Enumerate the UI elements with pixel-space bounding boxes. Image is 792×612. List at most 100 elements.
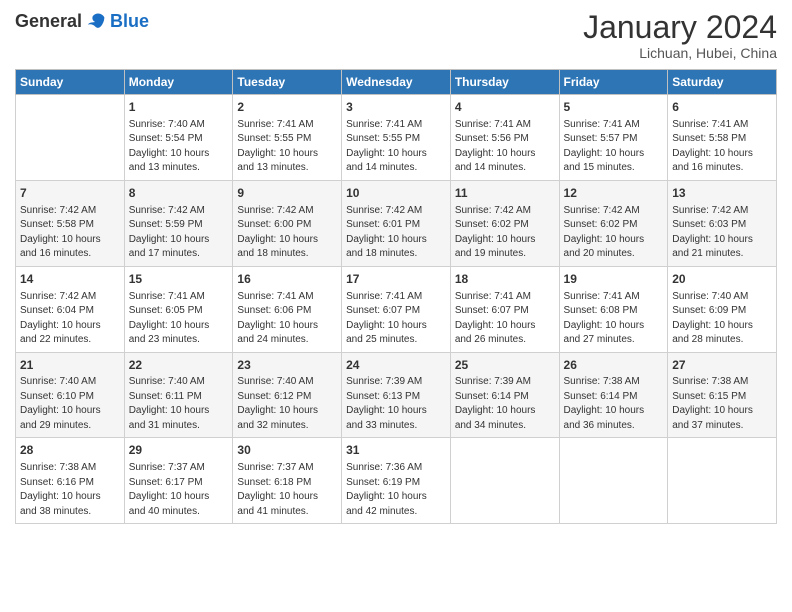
header: General Blue January 2024 Lichuan, Hubei… [15, 10, 777, 61]
cell-content: Sunrise: 7:41 AMSunset: 5:58 PMDaylight:… [672, 118, 772, 176]
cell-content: Sunrise: 7:42 AMSunset: 6:01 PMDaylight:… [346, 204, 446, 262]
daylight-text: Daylight: 10 hours and 18 minutes. [237, 233, 337, 262]
daylight-text: Daylight: 10 hours and 16 minutes. [672, 147, 772, 176]
daylight-text: Daylight: 10 hours and 13 minutes. [129, 147, 229, 176]
sunset-text: Sunset: 6:08 PM [564, 304, 664, 319]
day-cell: 17Sunrise: 7:41 AMSunset: 6:07 PMDayligh… [342, 266, 451, 352]
sunrise-text: Sunrise: 7:40 AM [129, 375, 229, 390]
cell-content: Sunrise: 7:42 AMSunset: 5:59 PMDaylight:… [129, 204, 229, 262]
cell-content: Sunrise: 7:39 AMSunset: 6:13 PMDaylight:… [346, 375, 446, 433]
day-cell: 15Sunrise: 7:41 AMSunset: 6:05 PMDayligh… [124, 266, 233, 352]
subtitle: Lichuan, Hubei, China [583, 45, 777, 61]
sunrise-text: Sunrise: 7:42 AM [455, 204, 555, 219]
sunset-text: Sunset: 6:10 PM [20, 390, 120, 405]
day-number: 6 [672, 99, 772, 116]
daylight-text: Daylight: 10 hours and 15 minutes. [564, 147, 664, 176]
daylight-text: Daylight: 10 hours and 40 minutes. [129, 490, 229, 519]
day-cell: 4Sunrise: 7:41 AMSunset: 5:56 PMDaylight… [450, 95, 559, 181]
daylight-text: Daylight: 10 hours and 26 minutes. [455, 319, 555, 348]
sunset-text: Sunset: 6:14 PM [564, 390, 664, 405]
sunset-text: Sunset: 6:04 PM [20, 304, 120, 319]
cell-content: Sunrise: 7:40 AMSunset: 6:12 PMDaylight:… [237, 375, 337, 433]
day-number: 11 [455, 185, 555, 202]
sunset-text: Sunset: 6:02 PM [564, 218, 664, 233]
cell-content: Sunrise: 7:42 AMSunset: 6:03 PMDaylight:… [672, 204, 772, 262]
daylight-text: Daylight: 10 hours and 25 minutes. [346, 319, 446, 348]
daylight-text: Daylight: 10 hours and 13 minutes. [237, 147, 337, 176]
day-number: 10 [346, 185, 446, 202]
day-number: 14 [20, 271, 120, 288]
sunrise-text: Sunrise: 7:40 AM [672, 290, 772, 305]
sunset-text: Sunset: 6:00 PM [237, 218, 337, 233]
day-cell: 13Sunrise: 7:42 AMSunset: 6:03 PMDayligh… [668, 180, 777, 266]
sunset-text: Sunset: 5:54 PM [129, 132, 229, 147]
day-number: 24 [346, 357, 446, 374]
cell-content: Sunrise: 7:38 AMSunset: 6:16 PMDaylight:… [20, 461, 120, 519]
day-number: 23 [237, 357, 337, 374]
day-cell: 26Sunrise: 7:38 AMSunset: 6:14 PMDayligh… [559, 352, 668, 438]
sunrise-text: Sunrise: 7:40 AM [129, 118, 229, 133]
day-number: 15 [129, 271, 229, 288]
daylight-text: Daylight: 10 hours and 14 minutes. [455, 147, 555, 176]
day-cell: 3Sunrise: 7:41 AMSunset: 5:55 PMDaylight… [342, 95, 451, 181]
sunset-text: Sunset: 6:09 PM [672, 304, 772, 319]
day-number: 8 [129, 185, 229, 202]
cell-content: Sunrise: 7:41 AMSunset: 6:06 PMDaylight:… [237, 290, 337, 348]
sunrise-text: Sunrise: 7:38 AM [20, 461, 120, 476]
day-number: 31 [346, 442, 446, 459]
week-row-5: 28 Sunrise: 7:38 AMSunset: 6:16 PMDayligh… [16, 438, 777, 524]
day-number: 9 [237, 185, 337, 202]
day-number: 27 [672, 357, 772, 374]
cell-content: Sunrise: 7:40 AMSunset: 6:10 PMDaylight:… [20, 375, 120, 433]
day-number: 18 [455, 271, 555, 288]
daylight-text: Daylight: 10 hours and 20 minutes. [564, 233, 664, 262]
daylight-text: Daylight: 10 hours and 18 minutes. [346, 233, 446, 262]
sunset-text: Sunset: 5:55 PM [346, 132, 446, 147]
daylight-text: Daylight: 10 hours and 28 minutes. [672, 319, 772, 348]
day-header-wednesday: Wednesday [342, 70, 451, 95]
day-number: 1 [129, 99, 229, 116]
cell-content: Sunrise: 7:40 AMSunset: 6:09 PMDaylight:… [672, 290, 772, 348]
day-number: 19 [564, 271, 664, 288]
daylight-text: Daylight: 10 hours and 38 minutes. [20, 490, 120, 519]
day-cell: 2Sunrise: 7:41 AMSunset: 5:55 PMDaylight… [233, 95, 342, 181]
logo-blue: Blue [110, 11, 149, 32]
day-cell: 7Sunrise: 7:42 AMSunset: 5:58 PMDaylight… [16, 180, 125, 266]
day-number: 2 [237, 99, 337, 116]
day-number: 28 [20, 442, 120, 459]
sunrise-text: Sunrise: 7:41 AM [129, 290, 229, 305]
day-cell: 19Sunrise: 7:41 AMSunset: 6:08 PMDayligh… [559, 266, 668, 352]
daylight-text: Daylight: 10 hours and 32 minutes. [237, 404, 337, 433]
day-cell: 11Sunrise: 7:42 AMSunset: 6:02 PMDayligh… [450, 180, 559, 266]
day-cell: 8 Sunrise: 7:42 AMSunset: 5:59 PMDaylight… [124, 180, 233, 266]
daylight-text: Daylight: 10 hours and 27 minutes. [564, 319, 664, 348]
sunset-text: Sunset: 6:14 PM [455, 390, 555, 405]
day-number: 30 [237, 442, 337, 459]
daylight-text: Daylight: 10 hours and 19 minutes. [455, 233, 555, 262]
sunrise-text: Sunrise: 7:37 AM [129, 461, 229, 476]
sunset-text: Sunset: 5:55 PM [237, 132, 337, 147]
sunrise-text: Sunrise: 7:41 AM [672, 118, 772, 133]
day-cell: 27Sunrise: 7:38 AMSunset: 6:15 PMDayligh… [668, 352, 777, 438]
sunrise-text: Sunrise: 7:41 AM [564, 118, 664, 133]
sunrise-text: Sunrise: 7:42 AM [346, 204, 446, 219]
cell-content: Sunrise: 7:41 AMSunset: 5:57 PMDaylight:… [564, 118, 664, 176]
day-cell: 23Sunrise: 7:40 AMSunset: 6:12 PMDayligh… [233, 352, 342, 438]
day-number: 17 [346, 271, 446, 288]
day-cell: 28 Sunrise: 7:38 AMSunset: 6:16 PMDayligh… [16, 438, 125, 524]
day-cell: 29Sunrise: 7:37 AMSunset: 6:17 PMDayligh… [124, 438, 233, 524]
daylight-text: Daylight: 10 hours and 22 minutes. [20, 319, 120, 348]
sunrise-text: Sunrise: 7:41 AM [455, 290, 555, 305]
sunset-text: Sunset: 6:07 PM [455, 304, 555, 319]
day-cell: 14Sunrise: 7:42 AMSunset: 6:04 PMDayligh… [16, 266, 125, 352]
week-row-3: 14Sunrise: 7:42 AMSunset: 6:04 PMDayligh… [16, 266, 777, 352]
day-cell: 1 Sunrise: 7:40 AMSunset: 5:54 PMDaylight… [124, 95, 233, 181]
day-cell: 9Sunrise: 7:42 AMSunset: 6:00 PMDaylight… [233, 180, 342, 266]
day-cell: 30Sunrise: 7:37 AMSunset: 6:18 PMDayligh… [233, 438, 342, 524]
daylight-text: Daylight: 10 hours and 31 minutes. [129, 404, 229, 433]
day-cell: 31Sunrise: 7:36 AMSunset: 6:19 PMDayligh… [342, 438, 451, 524]
cell-content: Sunrise: 7:37 AMSunset: 6:17 PMDaylight:… [129, 461, 229, 519]
calendar-page: General Blue January 2024 Lichuan, Hubei… [0, 0, 792, 612]
sunset-text: Sunset: 5:58 PM [20, 218, 120, 233]
main-title: January 2024 [583, 10, 777, 45]
